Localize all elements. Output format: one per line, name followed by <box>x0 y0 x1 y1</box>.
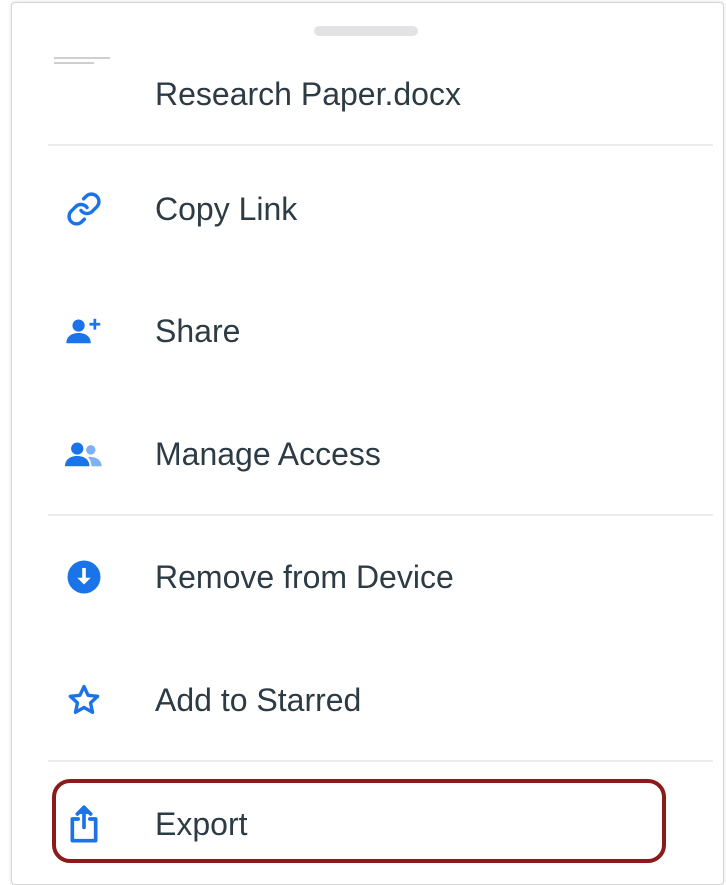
menu-item-label: Remove from Device <box>155 558 454 595</box>
people-icon <box>64 434 104 474</box>
action-sheet: Research Paper.docx Copy Link Share Mana… <box>11 2 724 885</box>
menu-item-remove-from-device[interactable]: Remove from Device <box>12 527 723 627</box>
file-title: Research Paper.docx <box>155 76 461 112</box>
add-person-icon <box>64 311 104 351</box>
sheet-grabber-handle[interactable] <box>314 26 418 36</box>
divider <box>48 514 713 516</box>
menu-item-add-to-starred[interactable]: Add to Starred <box>12 650 723 750</box>
menu-item-manage-access[interactable]: Manage Access <box>12 404 723 504</box>
menu-item-label: Share <box>155 312 241 349</box>
star-icon <box>64 680 104 720</box>
menu-item-share[interactable]: Share <box>12 281 723 381</box>
menu-item-label: Add to Starred <box>155 681 362 718</box>
export-highlight-box <box>52 779 666 863</box>
menu-item-copy-link[interactable]: Copy Link <box>12 159 723 259</box>
divider <box>48 144 713 146</box>
menu-item-label: Manage Access <box>155 435 381 472</box>
file-thumbnail <box>54 57 110 71</box>
link-icon <box>64 189 104 229</box>
menu-item-label: Copy Link <box>155 190 298 227</box>
download-circle-icon <box>64 557 104 597</box>
divider <box>48 760 713 762</box>
